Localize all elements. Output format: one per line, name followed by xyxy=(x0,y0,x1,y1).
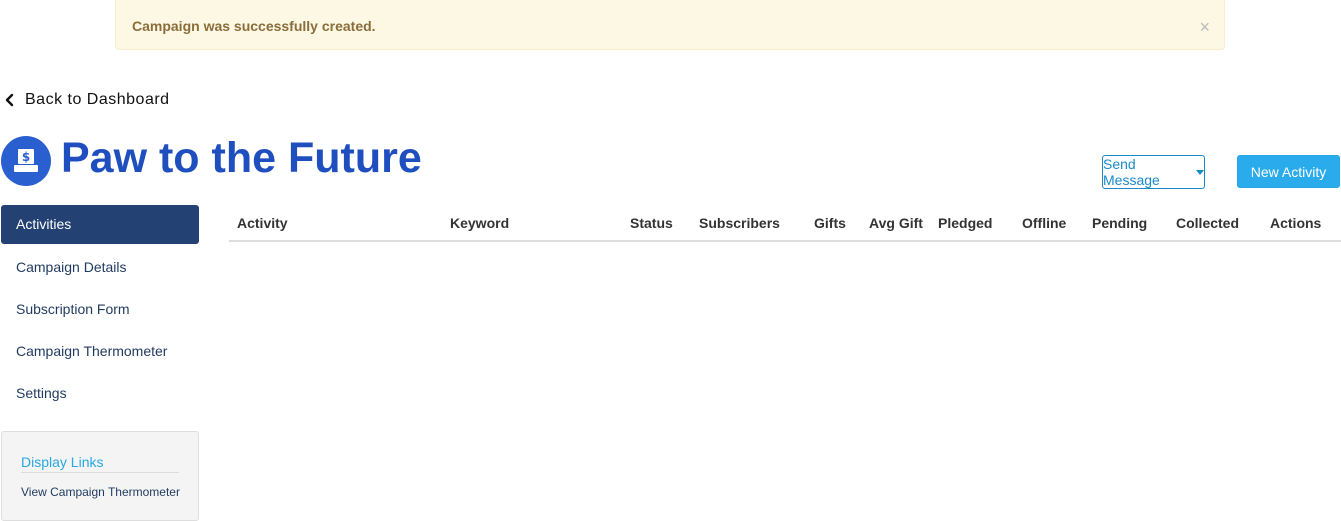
column-header-pledged[interactable]: Pledged xyxy=(938,215,992,231)
campaign-header: $ Paw to the Future xyxy=(1,134,422,186)
send-message-label: Send Message xyxy=(1103,156,1160,188)
close-icon[interactable]: × xyxy=(1199,18,1210,36)
svg-text:$: $ xyxy=(22,150,30,164)
column-header-offline[interactable]: Offline xyxy=(1022,215,1066,231)
send-message-button[interactable]: Send Message xyxy=(1102,155,1205,189)
page-title: Paw to the Future xyxy=(61,134,422,182)
sidebar-item-subscription-form[interactable]: Subscription Form xyxy=(1,289,199,331)
sidebar-item-campaign-details[interactable]: Campaign Details xyxy=(1,247,199,289)
success-alert: Campaign was successfully created. × xyxy=(115,0,1225,50)
alert-message: Campaign was successfully created. xyxy=(132,18,376,34)
display-links-title[interactable]: Display Links xyxy=(21,454,179,473)
sidebar-item-settings[interactable]: Settings xyxy=(1,373,199,415)
sidebar-item-activities[interactable]: Activities xyxy=(1,205,199,244)
sidebar-item-campaign-thermometer[interactable]: Campaign Thermometer xyxy=(1,331,199,373)
column-header-actions[interactable]: Actions xyxy=(1270,215,1321,231)
column-header-activity[interactable]: Activity xyxy=(237,215,288,231)
column-header-avg-gift[interactable]: Avg Gift xyxy=(869,215,923,231)
column-header-gifts[interactable]: Gifts xyxy=(814,215,846,231)
column-header-subscribers[interactable]: Subscribers xyxy=(699,215,780,231)
campaign-logo-icon: $ xyxy=(1,136,51,186)
column-header-pending[interactable]: Pending xyxy=(1092,215,1147,231)
view-campaign-thermometer-link[interactable]: View Campaign Thermometer xyxy=(21,485,180,499)
new-activity-button[interactable]: New Activity xyxy=(1237,155,1340,188)
back-to-dashboard-link[interactable]: Back to Dashboard xyxy=(3,91,170,109)
back-link-label: Back to Dashboard xyxy=(25,91,170,108)
sidebar-nav: Activities Campaign Details Subscription… xyxy=(1,205,199,415)
column-header-keyword[interactable]: Keyword xyxy=(450,215,509,231)
caret-down-icon xyxy=(1196,169,1204,175)
activities-table-header: Activity Keyword Status Subscribers Gift… xyxy=(229,205,1341,242)
display-links-panel: Display Links View Campaign Thermometer xyxy=(1,431,199,521)
column-header-collected[interactable]: Collected xyxy=(1176,215,1239,231)
chevron-left-icon xyxy=(5,93,14,107)
column-header-status[interactable]: Status xyxy=(630,215,673,231)
